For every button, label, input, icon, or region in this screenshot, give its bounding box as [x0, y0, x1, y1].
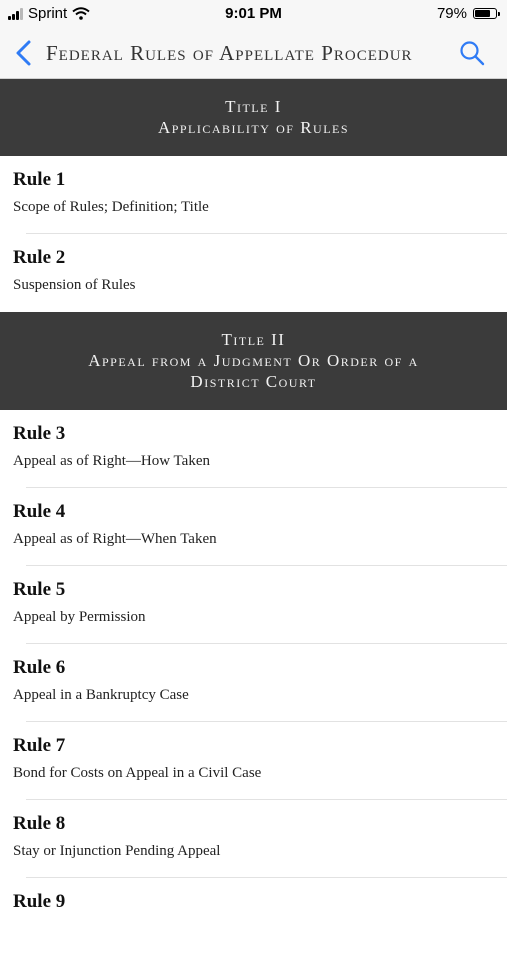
- rule-number: Rule 5: [13, 579, 66, 600]
- list-item[interactable]: Rule 6 Appeal in a Bankruptcy Case: [0, 644, 507, 722]
- rule-description: Appeal by Permission: [13, 609, 146, 625]
- rule-number: Rule 1: [13, 169, 66, 190]
- list-item[interactable]: Rule 1 Scope of Rules; Definition; Title: [0, 156, 507, 234]
- battery-percent: 79%: [436, 5, 467, 22]
- title-name-continued: District Court: [190, 372, 317, 391]
- list-item[interactable]: Rule 8 Stay or Injunction Pending Appeal: [0, 800, 507, 878]
- list-item[interactable]: Rule 9: [0, 878, 507, 956]
- back-chevron-icon[interactable]: [12, 39, 36, 67]
- title-number: Title I: [225, 97, 282, 116]
- title-header: Title II Appeal from a Judgment Or Order…: [0, 312, 507, 410]
- rule-description: Appeal in a Bankruptcy Case: [13, 687, 189, 703]
- title-number: Title II: [221, 330, 286, 349]
- status-time: 9:01 PM: [225, 5, 282, 22]
- rule-number: Rule 6: [13, 657, 66, 678]
- rule-description: Scope of Rules; Definition; Title: [13, 199, 209, 215]
- rule-description: Suspension of Rules: [13, 277, 136, 293]
- title-name: Appeal from a Judgment Or Order of a: [88, 351, 419, 370]
- rule-description: Appeal as of Right—How Taken: [13, 453, 210, 469]
- title-name: Applicability of Rules: [157, 118, 350, 137]
- rule-number: Rule 3: [13, 423, 66, 444]
- search-icon[interactable]: [459, 40, 485, 66]
- battery-group: 79%: [436, 5, 500, 22]
- page-title: Federal Rules of Appellate Procedur: [46, 41, 413, 65]
- rule-number: Rule 8: [13, 813, 66, 834]
- list-item[interactable]: Rule 3 Appeal as of Right—How Taken: [0, 410, 507, 488]
- rules-list: Title I Applicability of Rules Rule 1 Sc…: [0, 79, 507, 956]
- rule-number: Rule 9: [13, 891, 66, 912]
- status-bar: Sprint 9:01 PM 79%: [0, 0, 507, 28]
- rule-number: Rule 2: [13, 247, 66, 268]
- rule-description: Appeal as of Right—When Taken: [13, 531, 217, 547]
- list-item[interactable]: Rule 5 Appeal by Permission: [0, 566, 507, 644]
- list-item[interactable]: Rule 7 Bond for Costs on Appeal in a Civ…: [0, 722, 507, 800]
- title-header: Title I Applicability of Rules: [0, 79, 507, 156]
- rule-description: Bond for Costs on Appeal in a Civil Case: [13, 765, 262, 781]
- navigation-bar: Federal Rules of Appellate Procedur: [0, 28, 507, 79]
- rule-description: Stay or Injunction Pending Appeal: [13, 843, 221, 859]
- list-item[interactable]: Rule 4 Appeal as of Right—When Taken: [0, 488, 507, 566]
- battery-icon: [473, 8, 500, 19]
- list-item[interactable]: Rule 2 Suspension of Rules: [0, 234, 507, 312]
- rule-number: Rule 7: [13, 735, 66, 756]
- rule-number: Rule 4: [13, 501, 66, 522]
